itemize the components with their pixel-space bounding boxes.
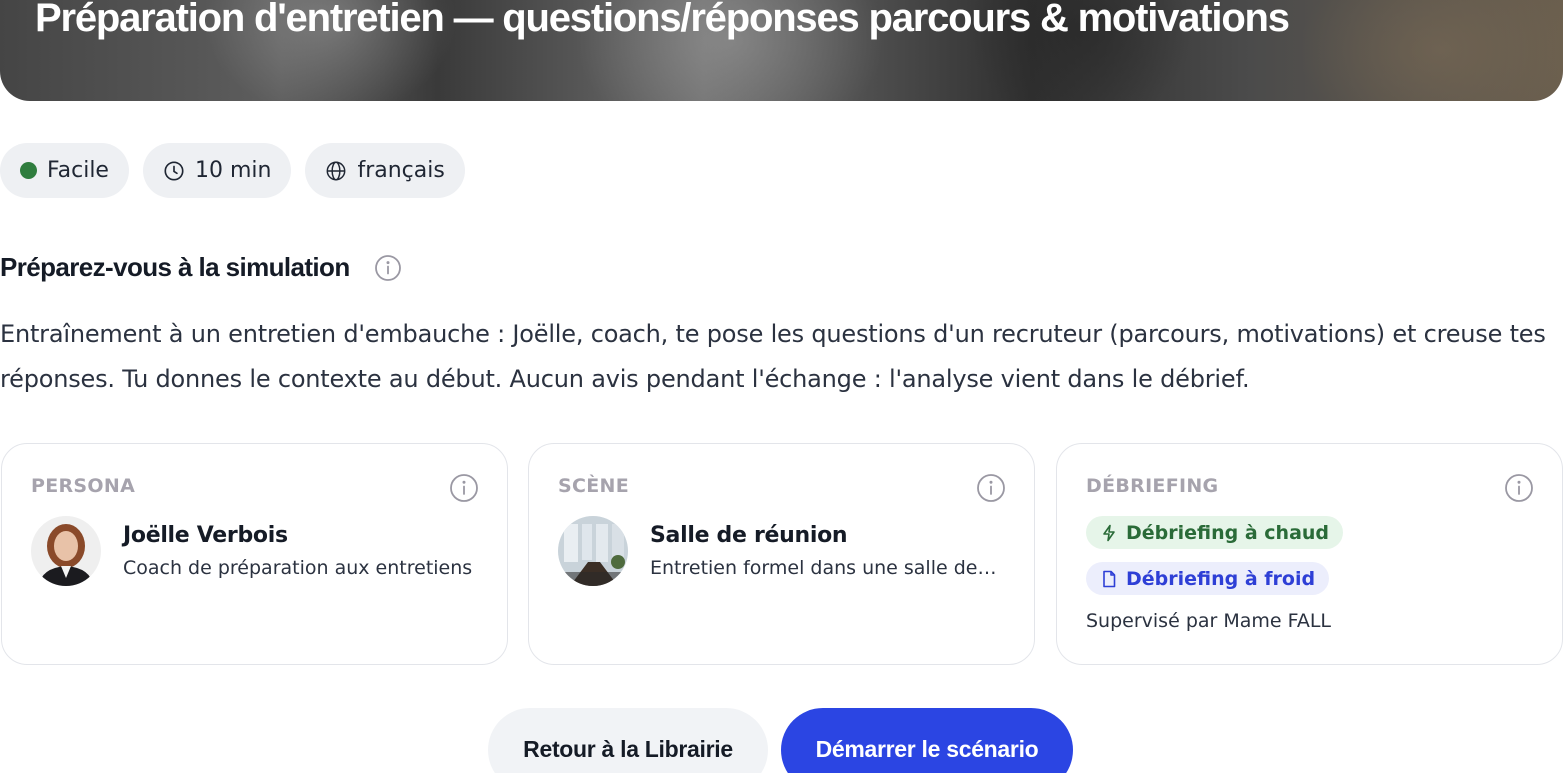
prepare-heading: Préparez-vous à la simulation: [0, 252, 402, 283]
lightning-icon: [1103, 524, 1115, 541]
persona-card: PERSONA Joëlle Verbois Coach de préparat…: [1, 443, 508, 665]
hot-debriefing-badge: Débriefing à chaud: [1086, 516, 1344, 549]
hero-banner: Préparation d'entretien — questions/répo…: [0, 0, 1563, 101]
clock-icon: [164, 160, 184, 181]
supervisor-text: Supervisé par Mame FALL: [1086, 610, 1331, 632]
persona-avatar: [31, 516, 101, 586]
scene-info-icon[interactable]: [976, 473, 1006, 503]
duration-chip: 10 min: [142, 143, 292, 198]
persona-card-label: PERSONA: [31, 475, 136, 497]
language-label: français: [357, 158, 445, 183]
debriefing-info-icon[interactable]: [1504, 473, 1534, 503]
persona-info-icon[interactable]: [449, 473, 479, 503]
globe-icon: [327, 161, 346, 180]
debriefing-card-label: DÉBRIEFING: [1086, 475, 1219, 497]
difficulty-label: Facile: [47, 158, 109, 183]
hot-debriefing-label: Débriefing à chaud: [1126, 521, 1330, 544]
back-to-library-button[interactable]: Retour à la Librairie: [488, 708, 768, 773]
info-icon[interactable]: [374, 254, 402, 282]
prepare-title: Préparez-vous à la simulation: [0, 252, 350, 282]
language-chip: français: [305, 143, 465, 198]
difficulty-dot-icon: [20, 162, 37, 179]
start-scenario-button[interactable]: Démarrer le scénario: [781, 708, 1073, 773]
debriefing-card: DÉBRIEFING Débriefing à chaud Débriefing…: [1056, 443, 1563, 665]
duration-label: 10 min: [194, 158, 272, 183]
scene-name: Salle de réunion: [650, 523, 848, 548]
persona-role: Coach de préparation aux entretiens: [123, 557, 473, 579]
meta-chips: Facile 10 min français: [0, 143, 465, 198]
cold-debriefing-label: Débriefing à froid: [1126, 567, 1316, 590]
scene-description: Entretien formel dans une salle de réuni…: [650, 557, 1002, 579]
scene-avatar: [558, 516, 628, 586]
prepare-description: Entraînement à un entretien d'embauche :…: [0, 320, 1546, 393]
scene-card: SCÈNE Salle de réunion Entretien formel …: [528, 443, 1035, 665]
page-title: Préparation d'entretien — questions/répo…: [35, 0, 1290, 40]
cold-debriefing-badge: Débriefing à froid: [1086, 562, 1330, 595]
document-icon: [1103, 570, 1116, 587]
scene-card-label: SCÈNE: [558, 475, 629, 497]
difficulty-chip: Facile: [0, 143, 129, 198]
persona-name: Joëlle Verbois: [123, 523, 288, 548]
